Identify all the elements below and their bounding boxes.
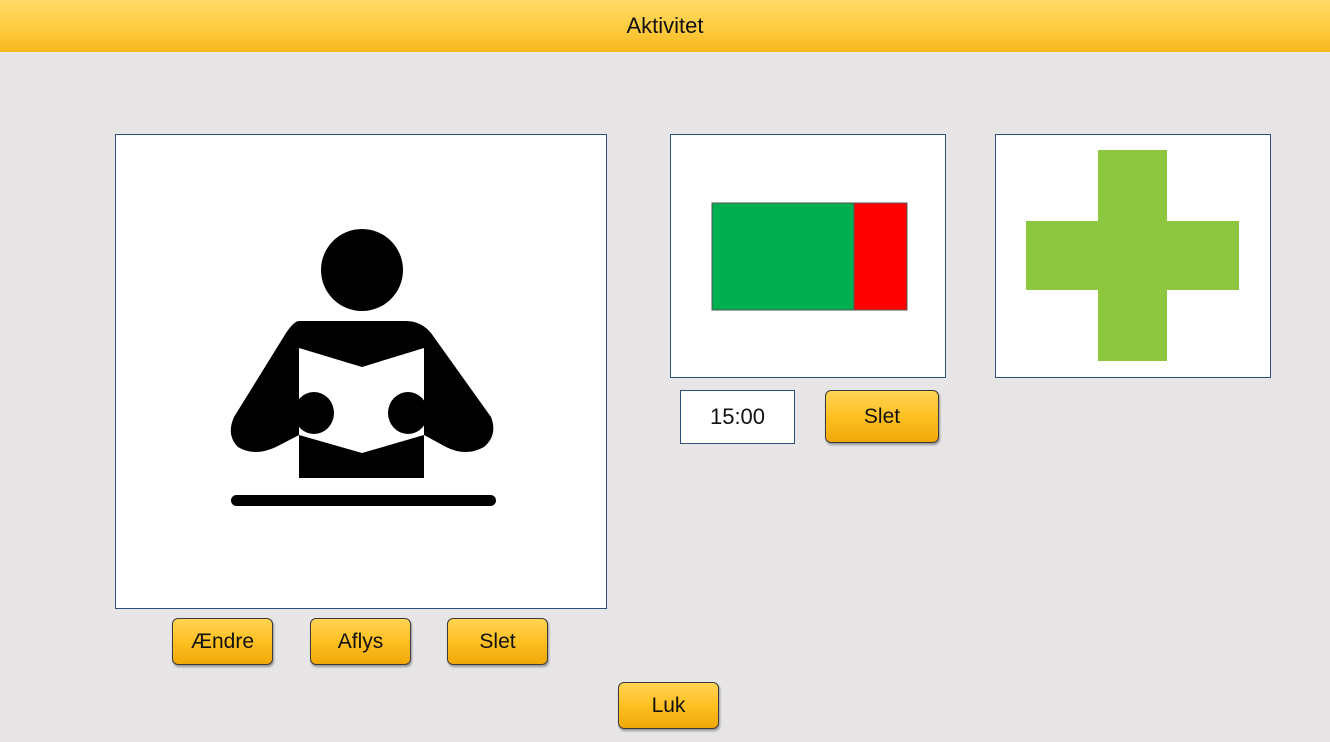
cancel-label: Aflys <box>337 629 384 653</box>
window-title: Aktivitet <box>626 13 704 38</box>
change-button[interactable]: Ændre <box>172 618 273 665</box>
delete-time-button[interactable]: Slet <box>825 390 939 443</box>
change-label: Ændre <box>190 629 255 653</box>
add-activity-panel[interactable] <box>995 134 1271 378</box>
delete-activity-label: Slet <box>479 629 516 653</box>
cancel-activity-button[interactable]: Aflys <box>310 618 411 665</box>
time-field[interactable]: 15:00 <box>680 390 795 444</box>
close-label: Luk <box>651 693 686 717</box>
plus-icon <box>1026 150 1239 361</box>
delete-activity-button[interactable]: Slet <box>447 618 548 665</box>
close-button[interactable]: Luk <box>618 682 719 729</box>
person-reading-icon <box>230 229 496 506</box>
progress-bar-icon <box>711 202 908 311</box>
time-progress-panel <box>670 134 946 378</box>
activity-image-panel[interactable] <box>115 134 607 609</box>
delete-time-label: Slet <box>863 404 901 428</box>
progress-elapsed <box>711 202 855 311</box>
title-bar: Aktivitet <box>0 0 1330 52</box>
time-value: 15:00 <box>709 404 766 429</box>
